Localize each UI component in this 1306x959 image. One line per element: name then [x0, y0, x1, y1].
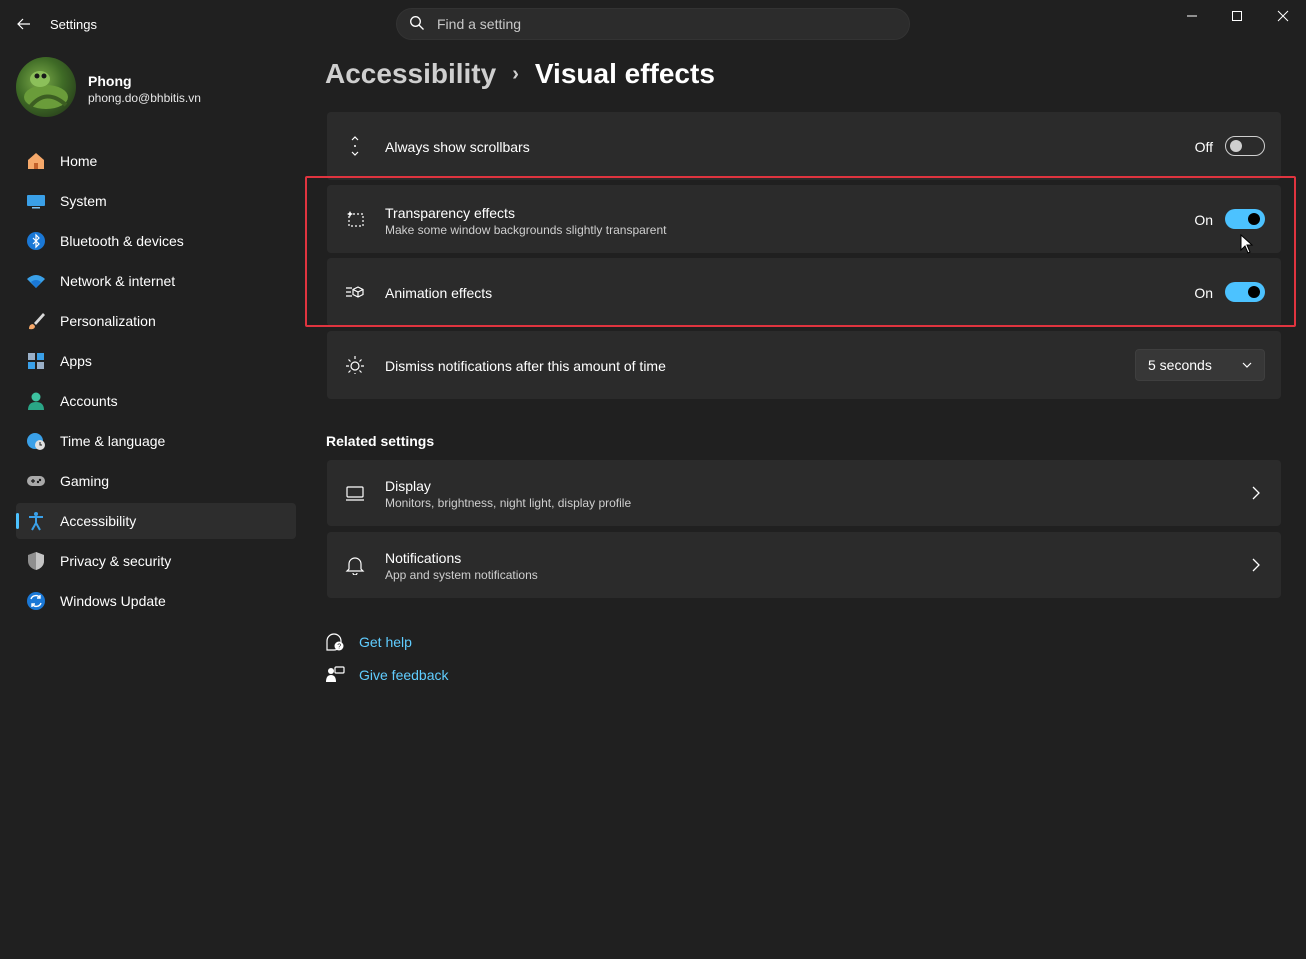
toggle-state-label: Off — [1194, 139, 1213, 155]
back-arrow-icon — [17, 18, 30, 30]
system-icon — [26, 191, 46, 211]
sidebar-item-label: Bluetooth & devices — [60, 233, 184, 249]
sidebar-item-label: Apps — [60, 353, 92, 369]
sidebar-item-label: Personalization — [60, 313, 156, 329]
sidebar-item-label: Accounts — [60, 393, 118, 409]
setting-title: Dismiss notifications after this amount … — [385, 358, 666, 374]
svg-text:?: ? — [337, 644, 341, 651]
sidebar-item-label: Accessibility — [60, 513, 137, 529]
monitor-icon — [345, 483, 365, 503]
bell-icon — [345, 555, 365, 575]
close-button[interactable] — [1260, 0, 1306, 32]
sidebar-item-label: Gaming — [60, 473, 110, 489]
search-input[interactable] — [437, 16, 877, 32]
gamepad-icon — [26, 471, 46, 491]
setting-notifications-dismiss: Dismiss notifications after this amount … — [327, 331, 1281, 399]
avatar[interactable] — [16, 57, 76, 117]
search-box[interactable] — [396, 8, 910, 40]
sidebar-item-label: Privacy & security — [60, 553, 172, 569]
sidebar-item-apps[interactable]: Apps — [16, 343, 296, 379]
sidebar-item-label: Windows Update — [60, 593, 166, 609]
sidebar-item-label: Home — [60, 153, 98, 169]
give-feedback-label: Give feedback — [359, 667, 449, 683]
scrollbar-icon — [345, 136, 365, 156]
shield-icon — [26, 551, 46, 571]
related-subtitle: Monitors, brightness, night light, displ… — [385, 496, 632, 510]
related-notifications[interactable]: Notifications App and system notificatio… — [327, 532, 1281, 598]
chevron-right-icon — [1251, 558, 1261, 572]
related-display[interactable]: Display Monitors, brightness, night ligh… — [327, 460, 1281, 526]
sidebar-item-label: Network & internet — [60, 273, 176, 289]
get-help-link[interactable]: ? Get help — [325, 632, 412, 652]
notification-duration-dropdown[interactable]: 5 seconds — [1135, 349, 1265, 381]
profile-email: phong.do@bhbitis.vn — [88, 91, 201, 105]
breadcrumb-separator: › — [512, 62, 519, 85]
feedback-icon — [325, 665, 345, 685]
sidebar-item-bluetooth[interactable]: Bluetooth & devices — [16, 223, 296, 259]
bluetooth-icon — [26, 231, 46, 251]
avatar-image — [24, 71, 68, 109]
scrollbars-toggle[interactable] — [1225, 136, 1265, 156]
brush-icon — [26, 311, 46, 331]
page-title: Visual effects — [534, 58, 715, 89]
wifi-icon — [26, 271, 46, 291]
related-title: Display — [385, 478, 431, 494]
home-icon — [26, 151, 46, 171]
give-feedback-link[interactable]: Give feedback — [325, 665, 449, 685]
mouse-cursor-icon — [1240, 234, 1254, 254]
setting-scrollbars: Always show scrollbars Off — [327, 112, 1281, 180]
help-icon: ? — [325, 632, 345, 652]
profile-name: Phong — [88, 73, 132, 89]
sidebar-item-windows-update[interactable]: Windows Update — [16, 583, 296, 619]
sidebar-item-system[interactable]: System — [16, 183, 296, 219]
related-subtitle: App and system notifications — [385, 568, 538, 582]
sidebar-item-home[interactable]: Home — [16, 143, 296, 179]
related-settings-heading: Related settings — [326, 433, 435, 449]
dropdown-value: 5 seconds — [1148, 357, 1212, 373]
sidebar-item-accessibility[interactable]: Accessibility — [16, 503, 296, 539]
back-button[interactable] — [10, 10, 38, 38]
chevron-right-icon — [1251, 486, 1261, 500]
chevron-down-icon — [1242, 360, 1252, 370]
accessibility-icon — [26, 511, 46, 531]
search-icon — [409, 15, 427, 33]
sidebar-item-personalization[interactable]: Personalization — [16, 303, 296, 339]
app-title: Settings — [50, 17, 97, 32]
minimize-icon — [1187, 15, 1197, 17]
sidebar-item-label: Time & language — [60, 433, 166, 449]
sidebar-item-network[interactable]: Network & internet — [16, 263, 296, 299]
setting-title: Always show scrollbars — [385, 139, 530, 155]
sun-notification-icon — [345, 355, 365, 375]
highlight-box — [305, 176, 1296, 327]
close-icon — [1277, 10, 1289, 22]
sidebar-item-time-language[interactable]: Time & language — [16, 423, 296, 459]
sidebar-item-label: System — [60, 193, 107, 209]
breadcrumb: Accessibility › Visual effects — [325, 58, 715, 90]
maximize-button[interactable] — [1214, 0, 1260, 32]
minimize-button[interactable] — [1169, 0, 1215, 32]
globe-clock-icon — [26, 431, 46, 451]
account-icon — [26, 391, 46, 411]
get-help-label: Get help — [359, 634, 412, 650]
maximize-icon — [1232, 11, 1242, 21]
sidebar-item-privacy[interactable]: Privacy & security — [16, 543, 296, 579]
sidebar-item-gaming[interactable]: Gaming — [16, 463, 296, 499]
sidebar-nav: Home System Bluetooth & devices Network … — [16, 143, 296, 623]
breadcrumb-parent[interactable]: Accessibility — [325, 58, 496, 90]
sidebar-item-accounts[interactable]: Accounts — [16, 383, 296, 419]
related-title: Notifications — [385, 550, 462, 566]
update-icon — [26, 591, 46, 611]
apps-icon — [26, 351, 46, 371]
